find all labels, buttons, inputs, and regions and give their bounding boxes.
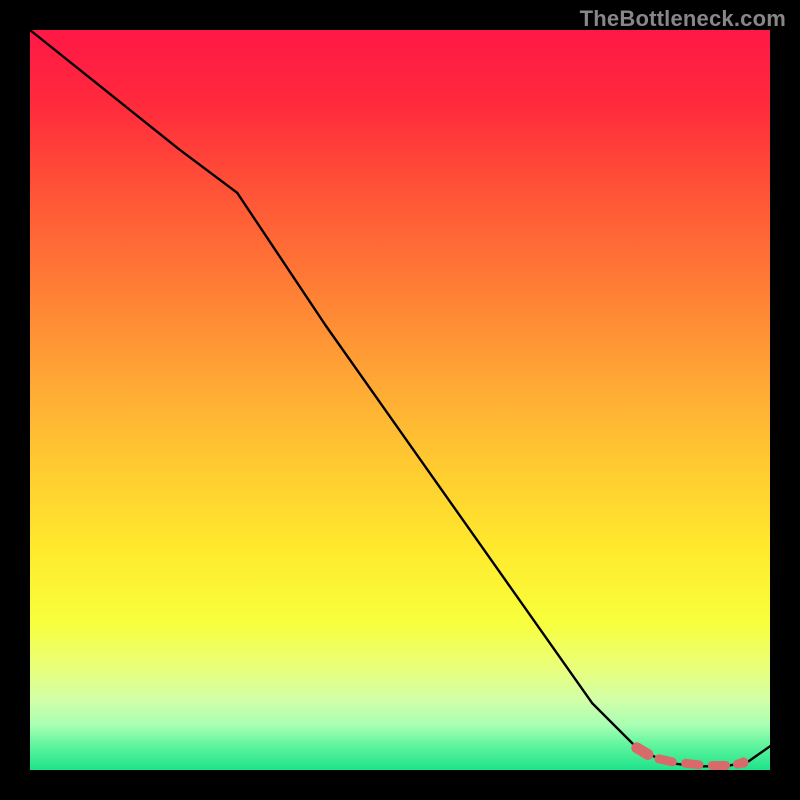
plot-area <box>30 30 770 770</box>
curve-layer <box>30 30 770 770</box>
highlight-dashes <box>637 748 744 766</box>
attribution-text: TheBottleneck.com <box>580 6 786 32</box>
bottleneck-curve <box>30 30 770 766</box>
stage: TheBottleneck.com <box>0 0 800 800</box>
highlight-endpoint <box>738 757 748 767</box>
